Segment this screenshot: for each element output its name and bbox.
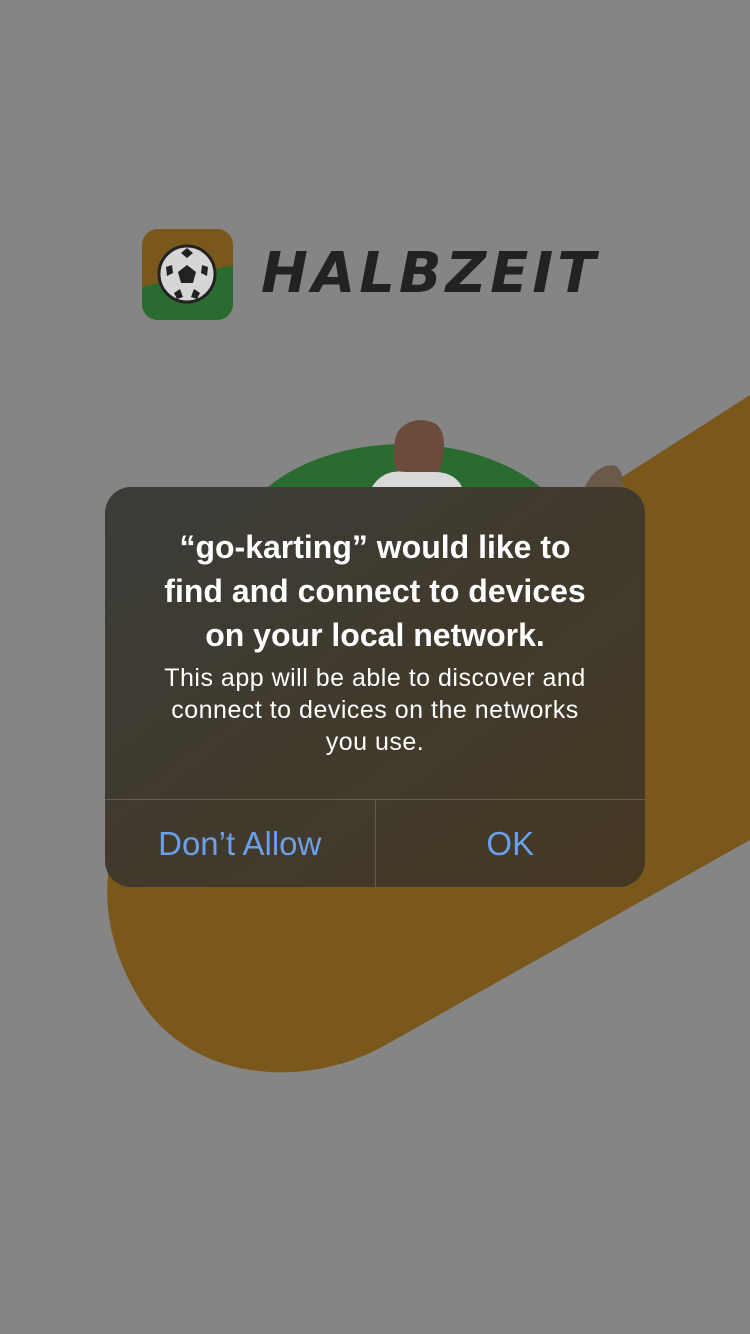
app-logo: HALBZEIT <box>142 228 599 320</box>
player-hand-shape <box>585 465 623 487</box>
launch-screen: HALBZEIT “go-karting” would like to find… <box>0 0 750 1334</box>
dont-allow-button[interactable]: Don’t Allow <box>105 800 376 887</box>
ok-button[interactable]: OK <box>376 800 646 887</box>
alert-button-row: Don’t Allow OK <box>105 799 645 887</box>
local-network-permission-alert: “go-karting” would like to find and conn… <box>105 487 645 887</box>
brand-wordmark: HALBZEIT <box>261 241 600 306</box>
alert-message: This app will be able to discover and co… <box>164 664 586 756</box>
alert-title: “go-karting” would like to find and conn… <box>164 529 586 653</box>
alert-body: “go-karting” would like to find and conn… <box>105 487 645 799</box>
soccer-ball-icon <box>142 228 233 320</box>
